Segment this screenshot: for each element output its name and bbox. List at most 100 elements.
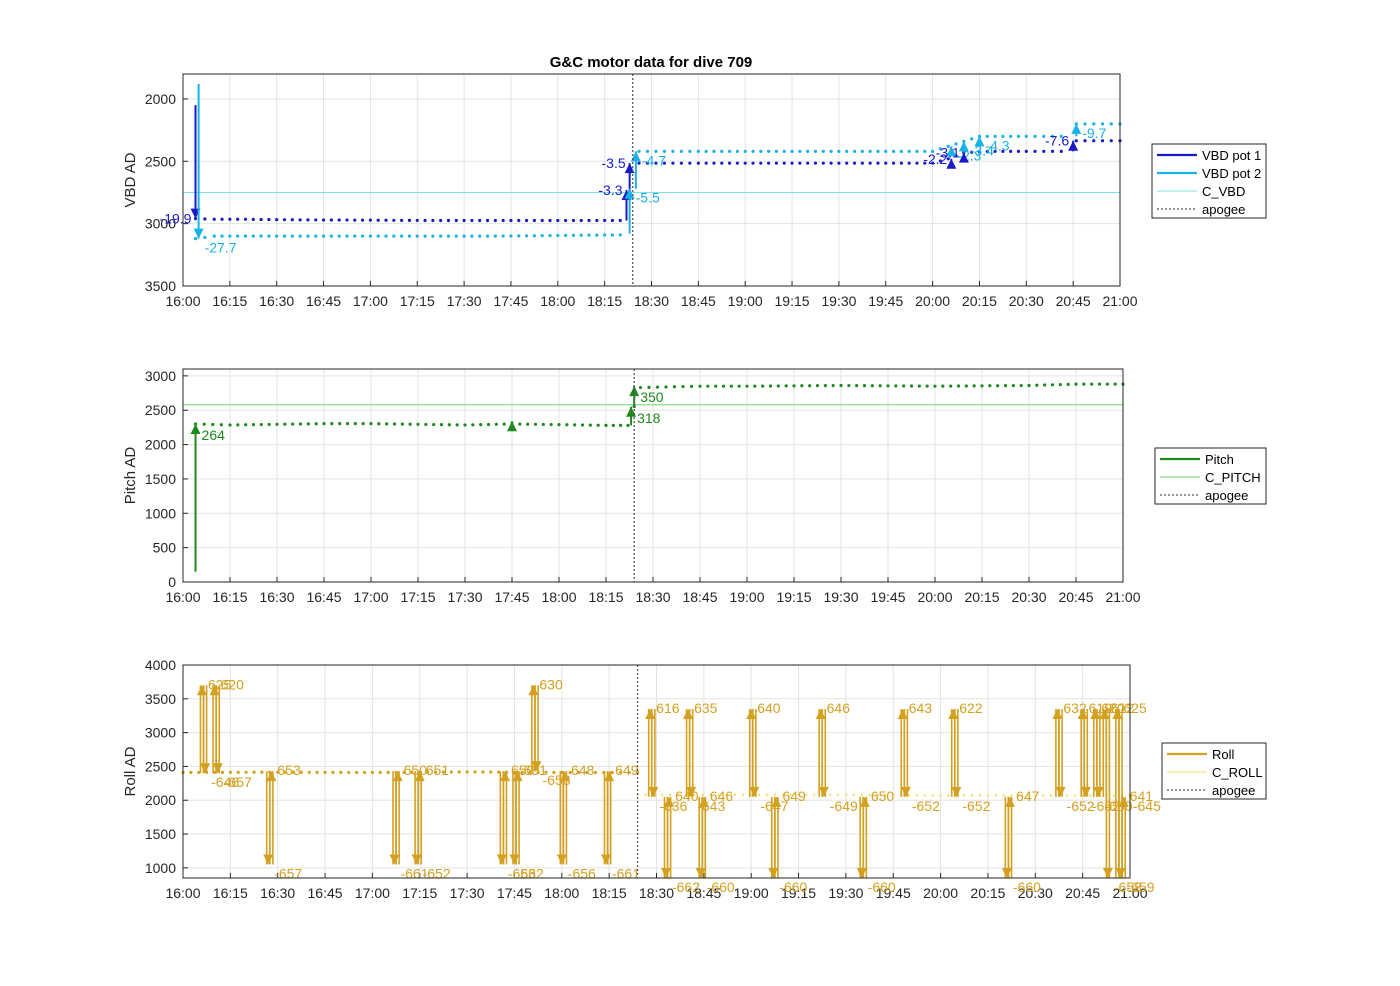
x-tick-label: 18:00 xyxy=(544,885,579,901)
motor-move-arrow: -645 xyxy=(1133,798,1161,814)
data-point xyxy=(909,384,914,388)
data-point xyxy=(1065,794,1069,797)
data-point xyxy=(315,770,319,774)
y-tick-label: 500 xyxy=(153,540,177,556)
data-point xyxy=(251,234,255,238)
data-point xyxy=(362,770,367,775)
data-point xyxy=(345,234,349,238)
data-point xyxy=(941,384,945,388)
data-point xyxy=(564,233,568,238)
move-label: -3.5 xyxy=(602,155,626,171)
x-tick-label: 17:30 xyxy=(447,293,482,309)
data-point xyxy=(501,218,505,223)
move-label: -652 xyxy=(912,798,940,814)
data-point xyxy=(994,794,998,797)
data-point xyxy=(392,218,396,222)
data-point xyxy=(244,423,248,427)
data-point xyxy=(493,234,497,238)
data-point xyxy=(757,793,761,797)
data-point xyxy=(228,234,232,238)
x-tick-label: 16:30 xyxy=(259,293,294,309)
legend-label: C_ROLL xyxy=(1212,765,1263,780)
data-point xyxy=(439,423,444,427)
data-point xyxy=(587,218,591,223)
data-point xyxy=(385,422,389,426)
data-point xyxy=(618,233,622,237)
data-point xyxy=(360,218,365,222)
x-tick-label: 20:15 xyxy=(970,885,1005,901)
data-point xyxy=(886,384,890,388)
data-point xyxy=(370,770,374,775)
data-point xyxy=(626,423,630,427)
data-point xyxy=(424,422,428,427)
data-point xyxy=(532,234,536,238)
data-point xyxy=(891,149,896,153)
data-point xyxy=(774,161,779,165)
data-point xyxy=(481,770,485,774)
data-point xyxy=(868,161,872,165)
data-point xyxy=(1074,139,1078,143)
move-label: -657 xyxy=(224,774,252,790)
x-tick-label: 18:00 xyxy=(540,293,575,309)
data-point xyxy=(517,234,521,238)
data-point xyxy=(988,384,992,388)
data-point xyxy=(679,149,683,153)
x-tick-label: 19:00 xyxy=(729,589,764,605)
data-point xyxy=(870,384,874,388)
data-point xyxy=(298,234,302,238)
data-point xyxy=(712,149,716,153)
data-point xyxy=(978,794,982,797)
x-tick-label: 16:15 xyxy=(212,293,247,309)
data-point xyxy=(532,218,536,223)
data-point xyxy=(386,770,390,775)
data-point xyxy=(671,149,675,153)
y-tick-label: 3000 xyxy=(145,368,176,384)
data-point xyxy=(902,384,906,388)
y-tick-label: 2500 xyxy=(145,402,176,418)
data-point xyxy=(964,384,968,388)
data-point xyxy=(751,161,755,165)
data-point xyxy=(369,422,373,426)
legend-label: VBD pot 1 xyxy=(1202,148,1261,163)
move-label: 648 xyxy=(571,762,595,778)
data-point xyxy=(275,234,279,238)
data-point xyxy=(782,149,786,153)
data-point xyxy=(1041,794,1045,797)
chart-panel-3: 16:00 16:15 16:30 16:45 17:00 17:15 17:30 17:45… xyxy=(122,657,1267,901)
legend: VBD pot 1 VBD pot 2 C_VBDapogee xyxy=(1151,143,1267,219)
data-point xyxy=(361,422,365,426)
data-point xyxy=(236,423,240,427)
x-tick-label: 19:15 xyxy=(775,293,810,309)
data-point xyxy=(571,233,576,237)
data-point xyxy=(907,149,911,153)
data-point xyxy=(1050,383,1055,387)
chart-panel-2: 16:00 16:15 16:30 16:45 17:00 17:15 17:30 17:45… xyxy=(122,368,1267,605)
move-label: 647 xyxy=(1016,788,1040,804)
data-point xyxy=(727,161,732,165)
data-point xyxy=(595,233,599,237)
data-point xyxy=(587,233,591,237)
move-label: 649 xyxy=(782,788,806,804)
data-point xyxy=(337,218,341,222)
data-point xyxy=(637,161,641,165)
data-point xyxy=(701,793,704,797)
data-point xyxy=(860,161,864,165)
data-point xyxy=(415,234,419,238)
data-point xyxy=(768,384,773,388)
data-point xyxy=(970,137,974,141)
x-tick-label: 21:00 xyxy=(1102,293,1137,309)
legend-label: VBD pot 2 xyxy=(1202,166,1261,181)
data-point xyxy=(314,218,318,222)
x-tick-label: 17:45 xyxy=(493,293,528,309)
legend-label: Pitch xyxy=(1205,452,1234,467)
data-point xyxy=(852,793,855,797)
move-label: 630 xyxy=(539,676,563,692)
data-point xyxy=(1024,134,1028,138)
data-point xyxy=(376,218,380,222)
data-point xyxy=(712,161,716,165)
x-tick-label: 18:30 xyxy=(639,885,674,901)
data-point xyxy=(423,218,427,223)
move-label: -659 xyxy=(1127,879,1155,895)
data-point xyxy=(963,794,966,797)
legend-label: C_VBD xyxy=(1202,184,1245,199)
